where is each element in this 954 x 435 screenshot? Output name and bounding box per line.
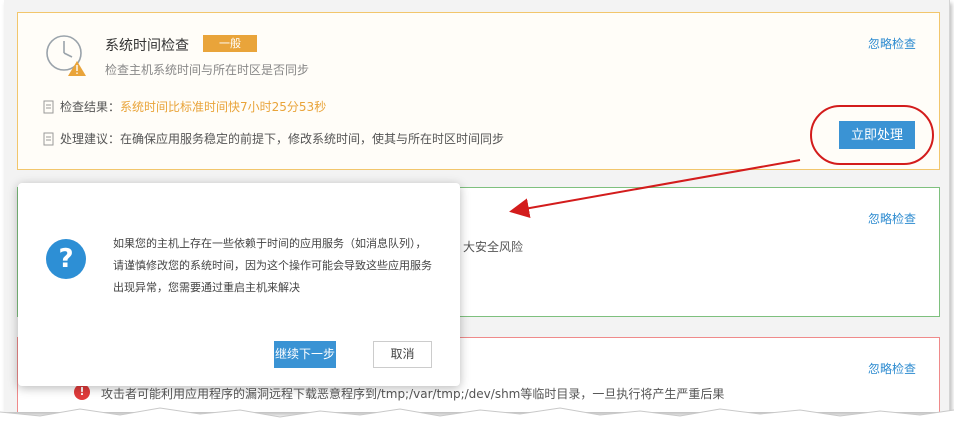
check-description: 检查主机系统时间与所在时区是否同步	[105, 63, 310, 77]
confirm-dialog: ? 如果您的主机上存在一些依赖于时间的应用服务（如消息队列）， 请谨慎修改您的系…	[18, 183, 460, 386]
suggestion-row: 处理建议： 在确保应用服务稳定的前提下，修改系统时间，使其与所在时区时间同步	[42, 130, 504, 147]
cancel-button[interactable]: 取消	[373, 341, 432, 368]
result-label: 检查结果：	[60, 100, 121, 114]
level-badge: 一般	[203, 35, 257, 52]
document-icon	[43, 132, 54, 145]
dialog-message-line: 出现异常，您需要通过重启主机来解决	[113, 281, 300, 294]
ignore-check-link[interactable]: 忽略检查	[868, 360, 916, 377]
check-result-row: 检查结果： 系统时间比标准时间快7小时25分53秒	[42, 98, 326, 115]
dialog-message-line: 如果您的主机上存在一些依赖于时间的应用服务（如消息队列），	[113, 237, 427, 250]
system-time-check-card: 系统时间检查 一般 检查主机系统时间与所在时区是否同步 忽略检查 检查结果： 系…	[17, 12, 940, 170]
ignore-check-link[interactable]: 忽略检查	[868, 35, 916, 52]
card-description-fragment: 大安全风险	[463, 240, 524, 254]
dialog-message-line: 请谨慎修改您的系统时间，因为这个操作可能会导致这些应用服务	[113, 259, 432, 272]
suggestion-value: 在确保应用服务稳定的前提下，修改系统时间，使其与所在时区时间同步	[120, 132, 505, 146]
annotation-ring	[810, 105, 934, 165]
dialog-message: 如果您的主机上存在一些依赖于时间的应用服务（如消息队列）， 请谨慎修改您的系统时…	[113, 233, 448, 299]
ignore-check-link[interactable]: 忽略检查	[868, 210, 916, 227]
suggestion-label: 处理建议：	[60, 132, 121, 146]
question-icon: ?	[46, 239, 86, 279]
result-value: 系统时间比标准时间快7小时25分53秒	[120, 100, 327, 114]
torn-edge	[0, 407, 954, 435]
check-title: 系统时间检查	[105, 38, 189, 54]
document-icon	[43, 100, 54, 113]
error-icon: !	[74, 384, 90, 400]
clock-warning-icon	[46, 35, 86, 76]
continue-button[interactable]: 继续下一步	[274, 341, 336, 368]
